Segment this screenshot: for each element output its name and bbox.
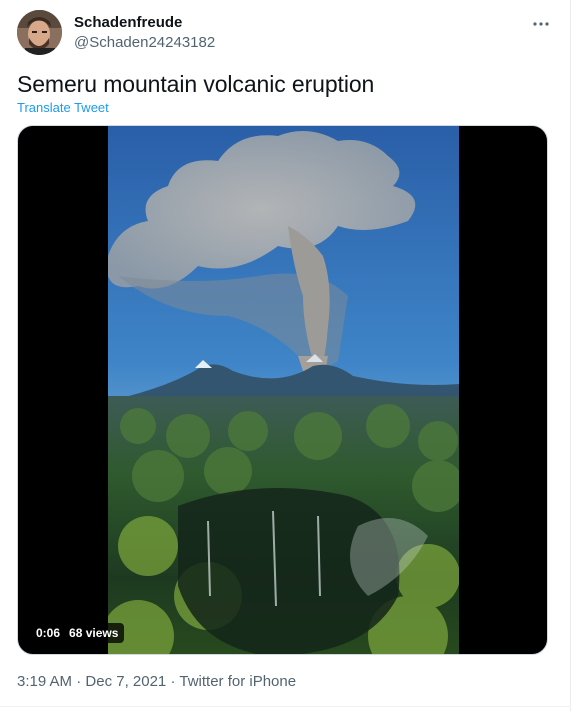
more-dots-icon[interactable] <box>527 12 555 36</box>
tweet-card: Schadenfreude @Schaden24243182 Semeru mo… <box>0 0 571 711</box>
divider <box>0 706 571 707</box>
tweet-source[interactable]: Twitter for iPhone <box>179 673 296 690</box>
video-player[interactable]: 0:06 68 views <box>17 125 548 655</box>
author-handle[interactable]: @Schaden24243182 <box>74 33 215 53</box>
video-duration: 0:06 <box>36 626 61 640</box>
translate-tweet-link[interactable]: Translate Tweet <box>17 100 109 116</box>
author-names: Schadenfreude @Schaden24243182 <box>74 13 215 53</box>
author-display-name[interactable]: Schadenfreude <box>74 13 215 33</box>
tweet-metadata: 3:19 AM · Dec 7, 2021 · Twitter for iPho… <box>17 672 296 692</box>
tweet-header: Schadenfreude @Schaden24243182 <box>17 10 557 55</box>
video-frame[interactable] <box>108 126 459 654</box>
tweet-date[interactable]: Dec 7, 2021 <box>85 673 166 690</box>
avatar[interactable] <box>17 10 62 55</box>
meta-separator: · <box>170 673 176 690</box>
tweet-time[interactable]: 3:19 AM <box>17 673 72 690</box>
video-views: 68 views <box>69 626 119 640</box>
tweet-text: Semeru mountain volcanic eruption <box>17 71 375 97</box>
video-info-badge: 0:06 68 views <box>30 623 125 643</box>
meta-separator: · <box>76 673 82 690</box>
